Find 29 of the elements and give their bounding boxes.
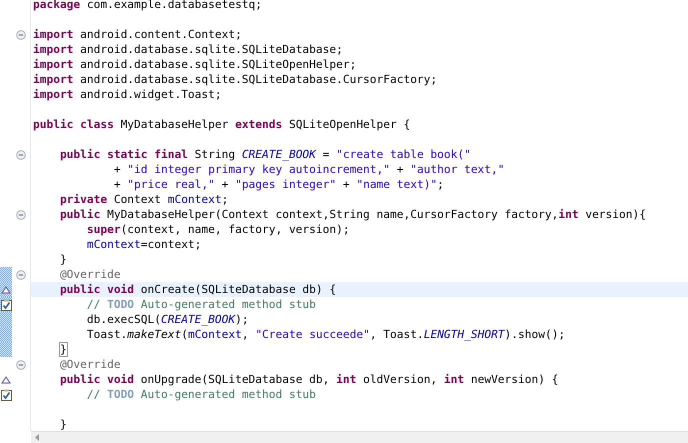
code-line: db.execSQL(CREATE_BOOK); bbox=[86, 312, 250, 327]
horizontal-scrollbar[interactable] bbox=[31, 431, 688, 443]
code-line: Toast.makeText(mContext, "Create succeede", Toast.LENGTH_SHORT).show(); bbox=[86, 327, 566, 342]
code-line: // TODO Auto-generated method stub bbox=[86, 387, 317, 402]
code-line: import android.widget.Toast; bbox=[32, 87, 223, 102]
code-line: public static final String CREATE_BOOK = "create table book(" bbox=[58, 147, 472, 162]
code-line: import android.database.sqlite.SQLiteDatabase; bbox=[32, 42, 344, 57]
collapse-icon[interactable] bbox=[16, 150, 26, 160]
code-line: @Override bbox=[58, 267, 122, 282]
code-line: public class MyDatabaseHelper extends SQLiteOpenHelper { bbox=[32, 117, 412, 132]
code-line: } bbox=[58, 342, 68, 357]
collapse-icon[interactable] bbox=[16, 270, 26, 280]
code-line: + "price real," + "pages integer" + "name text)"; bbox=[112, 177, 445, 192]
collapse-icon[interactable] bbox=[16, 360, 26, 370]
code-line: @Override bbox=[58, 357, 122, 372]
code-line: import android.database.sqlite.SQLiteOpenHelper; bbox=[32, 57, 358, 72]
code-line: // TODO Auto-generated method stub bbox=[86, 297, 317, 312]
code-line: } bbox=[58, 252, 68, 267]
code-line: super(context, name, factory, version); bbox=[86, 222, 351, 237]
code-line: import android.database.sqlite.SQLiteDatabase.CursorFactory; bbox=[32, 72, 438, 87]
code-line: + "id integer primary key autoincrement," + "author text," bbox=[112, 162, 506, 177]
code-line: private Context mContext; bbox=[58, 192, 230, 207]
code-line: public void onUpgrade(SQLiteDatabase db, int oldVersion, int newVersion) { bbox=[58, 372, 560, 387]
code-line: public MyDatabaseHelper(Context context,String name,CursorFactory factory,int version){ bbox=[58, 207, 647, 222]
collapse-icon[interactable] bbox=[16, 30, 26, 40]
code-line: import android.content.Context; bbox=[32, 27, 243, 42]
code-line: } bbox=[58, 417, 68, 431]
code-line: mContext=context; bbox=[86, 237, 202, 252]
collapse-icon[interactable] bbox=[16, 210, 26, 220]
